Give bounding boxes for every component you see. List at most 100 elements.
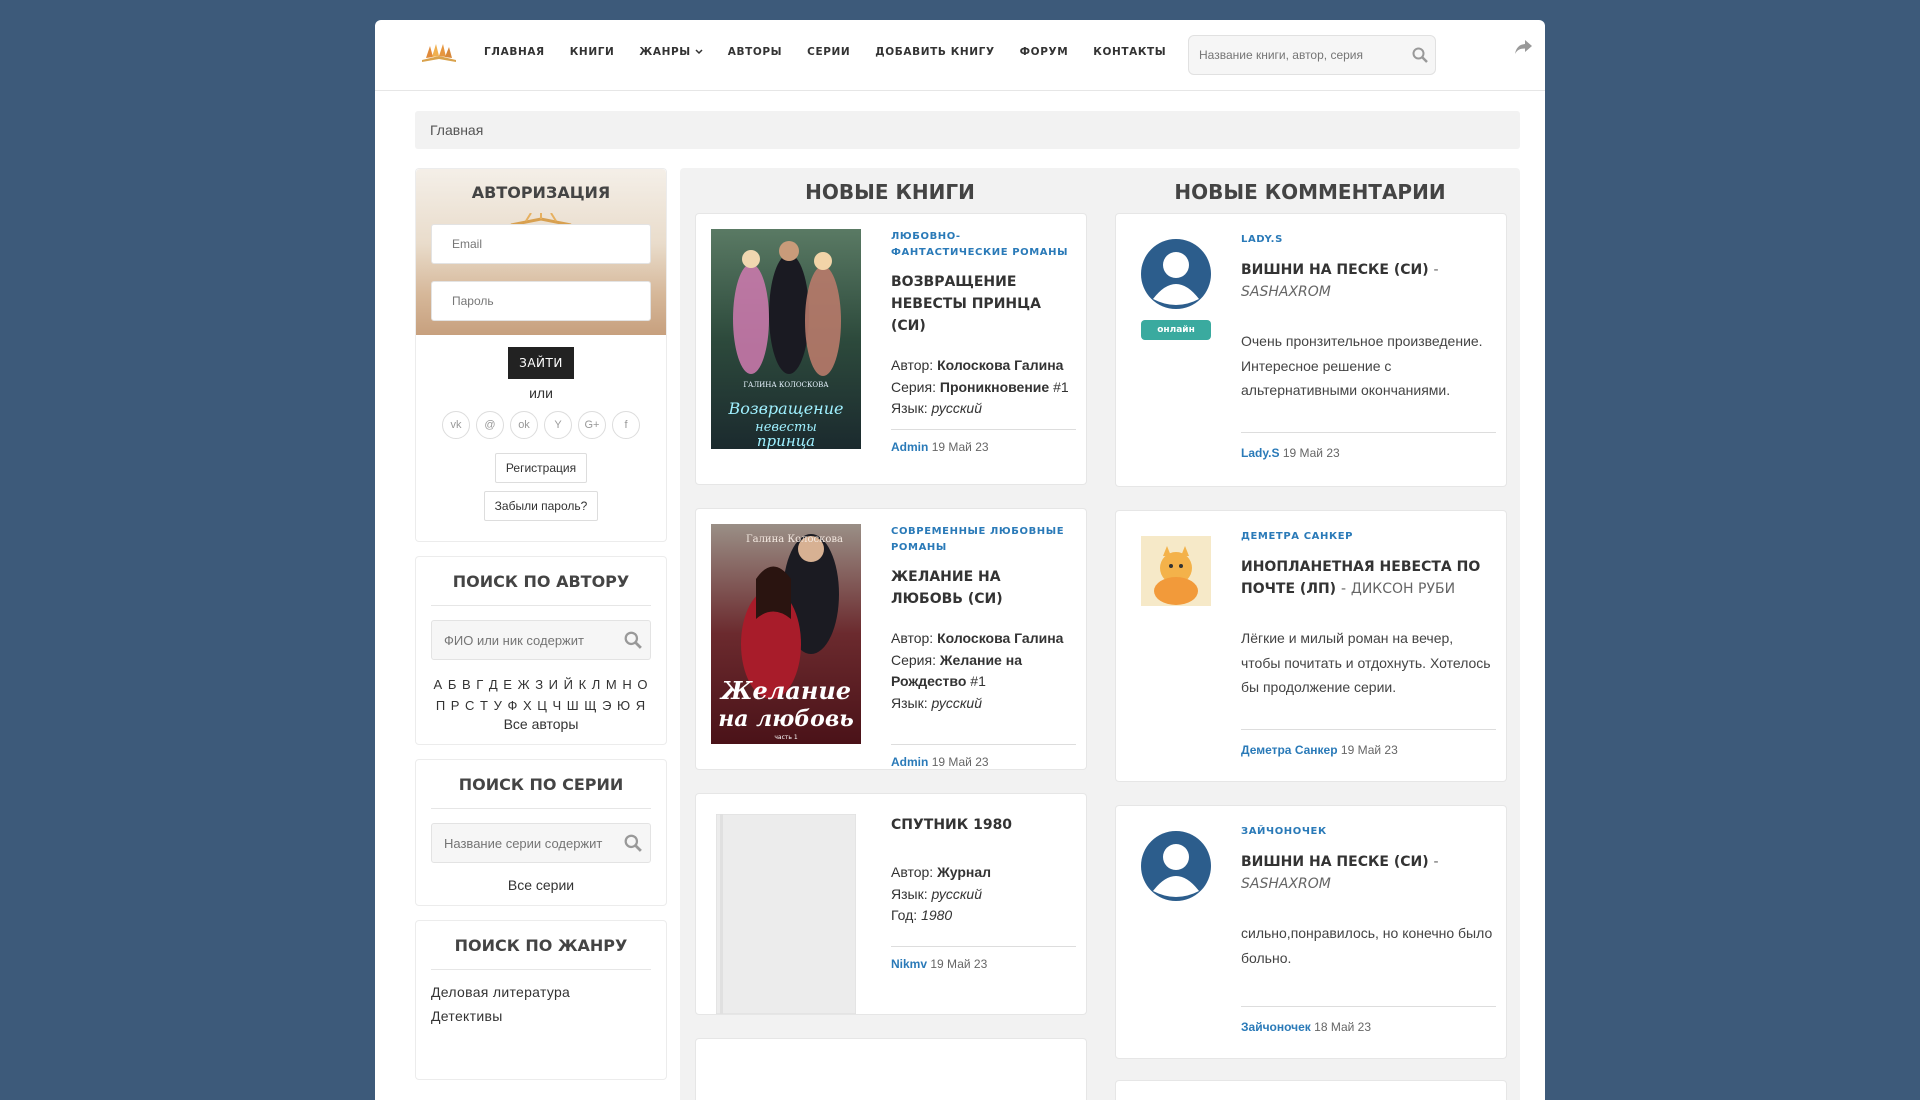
header-search	[1188, 35, 1436, 75]
user-avatar-icon[interactable]	[1141, 831, 1211, 901]
email-field[interactable]: Email	[431, 224, 651, 264]
book-genre[interactable]: СОВРЕМЕННЫЕ ЛЮБОВНЫЕ РОМАНЫ	[891, 524, 1076, 556]
social-login: vk @ ok Y G+ f	[416, 411, 666, 439]
nav-forum[interactable]: ФОРУМ	[1020, 42, 1069, 62]
yandex-icon[interactable]: Y	[544, 411, 572, 439]
comment-user-link[interactable]: Lady.S	[1241, 446, 1279, 460]
book-cover[interactable]: ГАЛИНА КОЛОСКОВА Возвращение невесты при…	[711, 229, 861, 449]
mail-icon[interactable]: @	[476, 411, 504, 439]
password-field[interactable]: Пароль	[431, 281, 651, 321]
book-meta: Автор: Колоскова Галина Серия: Желание н…	[891, 628, 1076, 714]
nav-series[interactable]: СЕРИИ	[807, 42, 850, 62]
auth-header: АВТОРИЗАЦИЯ Email Пароль	[416, 169, 666, 335]
user-avatar-icon[interactable]	[1141, 536, 1211, 606]
book-title[interactable]: ЖЕЛАНИЕ НА ЛЮБОВЬ (СИ)	[891, 566, 1076, 610]
cover-author-text: ГАЛИНА КОЛОСКОВА	[743, 381, 829, 389]
book-language: русский	[931, 400, 983, 416]
comment-user-tag[interactable]: LADY.S	[1241, 234, 1496, 245]
genre-search-block: ПОИСК ПО ЖАНРУ Деловая литература Детект…	[415, 920, 667, 1080]
comment-book-author[interactable]: SASHAXROM	[1241, 284, 1331, 300]
comment-book-title[interactable]: ВИШНИ НА ПЕСКЕ (СИ) - SASHAXROM	[1241, 259, 1496, 303]
breadcrumb-home[interactable]: Главная	[430, 122, 483, 138]
book-series[interactable]: Проникновение	[940, 379, 1049, 395]
book-language: русский	[931, 694, 983, 711]
header: ГЛАВНАЯ КНИГИ ЖАНРЫ АВТОРЫ СЕРИИ ДОБАВИТ…	[375, 20, 1545, 91]
genre-item[interactable]: Детективы	[416, 1004, 666, 1028]
comment-footer: Lady.S 19 Май 23	[1241, 432, 1496, 460]
facebook-icon[interactable]: f	[612, 411, 640, 439]
author-alphabet: А Б В Г Д Е Ж З И Й К Л М Н О П Р С Т У …	[416, 674, 666, 716]
nav-add-book[interactable]: ДОБАВИТЬ КНИГУ	[875, 42, 994, 62]
uploader-link[interactable]: Admin	[891, 440, 928, 454]
uploader-link[interactable]: Admin	[891, 755, 928, 769]
book-author[interactable]: Журнал	[937, 864, 991, 880]
nav-label: КОНТАКТЫ	[1093, 46, 1167, 58]
share-icon[interactable]	[1515, 40, 1533, 54]
comment-info: LADY.S ВИШНИ НА ПЕСКЕ (СИ) - SASHAXROM Оч…	[1241, 234, 1496, 403]
author-search-title: ПОИСК ПО АВТОРУ	[431, 557, 651, 606]
nav-authors[interactable]: АВТОРЫ	[728, 42, 782, 62]
google-plus-icon[interactable]: G+	[578, 411, 606, 439]
book-footer: Admin 19 Май 23	[891, 429, 1076, 454]
comment-user-tag[interactable]: ДЕМЕТРА САНКЕР	[1241, 531, 1496, 542]
all-series-link[interactable]: Все серии	[416, 863, 666, 905]
comment-book-title[interactable]: ВИШНИ НА ПЕСКЕ (СИ) - SASHAXROM	[1241, 851, 1496, 895]
comment-book-name[interactable]: ВИШНИ НА ПЕСКЕ (СИ)	[1241, 262, 1429, 278]
nav-books[interactable]: КНИГИ	[570, 42, 615, 62]
comment-user-link[interactable]: Зайчоночек	[1241, 1020, 1311, 1034]
book-info: ЛЮБОВНО-ФАНТАСТИЧЕСКИЕ РОМАНЫ ВОЗВРАЩЕНИ…	[891, 229, 1076, 420]
book-meta: Автор: Журнал Язык: русский Год: 1980	[891, 862, 1076, 927]
alphabet-row[interactable]: П Р С Т У Ф Х Ц Ч Ш Щ Э Ю Я	[416, 695, 666, 716]
comment-date: 18 Май 23	[1314, 1020, 1372, 1034]
odnoklassniki-icon[interactable]: ok	[510, 411, 538, 439]
author-label: Автор:	[891, 630, 934, 646]
all-authors-link[interactable]: Все авторы	[416, 716, 666, 744]
nav-genres[interactable]: ЖАНРЫ	[639, 42, 703, 62]
user-avatar-icon[interactable]	[1141, 239, 1211, 309]
year-label: Год:	[891, 907, 918, 923]
comment-book-title[interactable]: ИНОПЛАНЕТНАЯ НЕВЕСТА ПО ПОЧТЕ (ЛП) - ДИК…	[1241, 556, 1496, 600]
search-icon[interactable]	[616, 834, 650, 852]
comment-user-tag[interactable]: ЗАЙЧОНОЧЕК	[1241, 826, 1496, 837]
upload-date: 19 Май 23	[931, 440, 989, 454]
book-title[interactable]: СПУТНИК 1980	[891, 814, 1076, 836]
comment-user-link[interactable]: Деметра Санкер	[1241, 743, 1338, 757]
book-genre[interactable]: ЛЮБОВНО-ФАНТАСТИЧЕСКИЕ РОМАНЫ	[891, 229, 1076, 261]
author-search-input[interactable]	[432, 631, 616, 649]
book-footer: Admin 19 Май 23	[891, 744, 1076, 769]
nav-home[interactable]: ГЛАВНАЯ	[484, 42, 545, 62]
series-search-input[interactable]	[432, 834, 616, 852]
book-meta: Автор: Колоскова Галина Серия: Проникнов…	[891, 355, 1076, 420]
book-cover-placeholder[interactable]	[716, 814, 856, 1014]
book-title[interactable]: ВОЗВРАЩЕНИЕ НЕВЕСТЫ ПРИНЦА (СИ)	[891, 271, 1076, 337]
genre-item[interactable]: Деловая литература	[416, 980, 666, 1004]
nav-label: СЕРИИ	[807, 46, 851, 58]
lang-label: Язык:	[891, 885, 928, 902]
main-nav: ГЛАВНАЯ КНИГИ ЖАНРЫ АВТОРЫ СЕРИИ ДОБАВИТ…	[484, 42, 1191, 62]
comment-text: сильно,понравилось, но конечно было боль…	[1241, 925, 1493, 966]
vk-icon[interactable]: vk	[442, 411, 470, 439]
comment-book-name[interactable]: ВИШНИ НА ПЕСКЕ (СИ)	[1241, 854, 1429, 870]
login-button[interactable]: ЗАЙТИ	[508, 347, 574, 379]
nav-contacts[interactable]: КОНТАКТЫ	[1093, 42, 1166, 62]
book-language: русский	[931, 885, 983, 902]
comment-book-author[interactable]: SASHAXROM	[1241, 876, 1331, 892]
book-author[interactable]: Колоскова Галина	[937, 357, 1063, 373]
alphabet-row[interactable]: А Б В Г Д Е Ж З И Й К Л М Н О	[416, 674, 666, 695]
register-button[interactable]: Регистрация	[494, 453, 588, 483]
book-cover[interactable]: Галина Колоскова Желание на любовь часть…	[711, 524, 861, 744]
search-icon[interactable]	[1405, 47, 1435, 63]
site-logo[interactable]	[420, 42, 458, 64]
comment-card: онлайн LADY.S ВИШНИ НА ПЕСКЕ (СИ) - SASHA…	[1115, 213, 1507, 487]
header-search-input[interactable]	[1189, 47, 1405, 63]
uploader-link[interactable]: Nikmv	[891, 957, 927, 971]
lang-label: Язык:	[891, 694, 928, 711]
comment-book-author[interactable]: ДИКСОН РУБИ	[1351, 581, 1455, 597]
forgot-password-button[interactable]: Забыли пароль?	[483, 491, 599, 521]
book-card: ГАЛИНА КОЛОСКОВА Возвращение невесты при…	[695, 213, 1087, 485]
svg-text:Желание: Желание	[719, 676, 851, 705]
svg-text:Возвращение: Возвращение	[727, 399, 843, 418]
comment-footer: Зайчоночек 18 Май 23	[1241, 1006, 1496, 1034]
search-icon[interactable]	[616, 631, 650, 649]
book-author[interactable]: Колоскова Галина	[937, 630, 1063, 646]
